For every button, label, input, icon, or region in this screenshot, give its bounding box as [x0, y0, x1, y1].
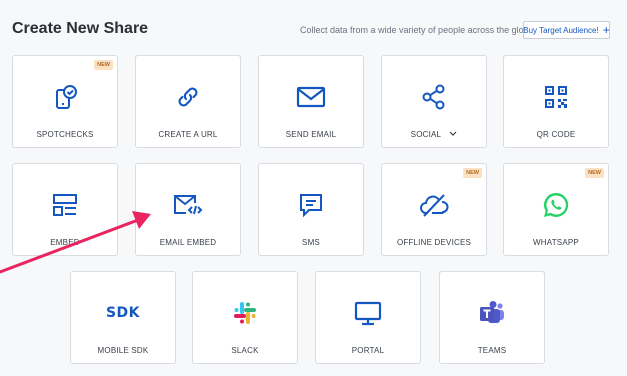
new-badge: NEW [463, 168, 482, 178]
cloud-off-icon [419, 190, 449, 220]
share-card-qr-code[interactable]: QR CODE [503, 55, 609, 148]
card-label: QR CODE [536, 130, 576, 139]
share-card-portal[interactable]: PORTAL [315, 271, 421, 364]
page-subtitle: Collect data from a wide variety of peop… [300, 25, 534, 35]
qr-code-icon [541, 82, 571, 112]
card-label: SLACK [231, 346, 259, 355]
share-card-offline-devices[interactable]: NEW OFFLINE DEVICES [381, 163, 487, 256]
monitor-icon [353, 298, 383, 328]
share-card-social[interactable]: SOCIAL [381, 55, 487, 148]
share-icon [419, 82, 449, 112]
buy-target-audience-label: Buy Target Audience! [523, 25, 599, 35]
share-card-sms[interactable]: SMS [258, 163, 364, 256]
card-label: PORTAL [351, 346, 385, 355]
sdk-icon-text: SDK [105, 305, 141, 321]
card-label: SOCIAL [410, 130, 441, 139]
card-label: SMS [302, 238, 320, 247]
share-card-send-email[interactable]: SEND EMAIL [258, 55, 364, 148]
card-label: CREATE A URL [158, 130, 218, 139]
buy-target-audience-button[interactable]: Buy Target Audience! + [523, 21, 610, 39]
card-label: SPOTCHECKS [36, 130, 94, 139]
share-card-slack[interactable]: SLACK [192, 271, 298, 364]
envelope-icon [296, 82, 326, 112]
slack-icon [230, 298, 260, 328]
chat-bubble-icon [296, 190, 326, 220]
card-label: TEAMS [477, 346, 507, 355]
card-label: SEND EMAIL [285, 130, 337, 139]
embed-layout-icon [50, 190, 80, 220]
share-card-create-url[interactable]: CREATE A URL [135, 55, 241, 148]
share-card-embed[interactable]: EMBED [12, 163, 118, 256]
share-card-mobile-sdk[interactable]: SDK MOBILE SDK [70, 271, 176, 364]
link-icon [173, 82, 203, 112]
page-title: Create New Share [12, 20, 149, 37]
card-label: OFFLINE DEVICES [396, 238, 472, 247]
new-badge: NEW [585, 168, 604, 178]
teams-icon [477, 298, 507, 328]
card-label: WHATSAPP [533, 238, 579, 247]
card-label: MOBILE SDK [97, 346, 149, 355]
card-label: EMAIL EMBED [159, 238, 217, 247]
plus-icon: + [602, 23, 610, 37]
sdk-icon: SDK [105, 298, 141, 328]
email-code-icon [173, 190, 203, 220]
share-card-email-embed[interactable]: EMAIL EMBED [135, 163, 241, 256]
phone-check-icon [50, 82, 80, 112]
share-card-spotchecks[interactable]: NEW SPOTCHECKS [12, 55, 118, 148]
whatsapp-icon [541, 190, 571, 220]
chevron-down-icon[interactable] [449, 130, 457, 139]
new-badge: NEW [94, 60, 113, 70]
card-label: EMBED [50, 238, 80, 247]
share-card-teams[interactable]: TEAMS [439, 271, 545, 364]
share-card-whatsapp[interactable]: NEW WHATSAPP [503, 163, 609, 256]
